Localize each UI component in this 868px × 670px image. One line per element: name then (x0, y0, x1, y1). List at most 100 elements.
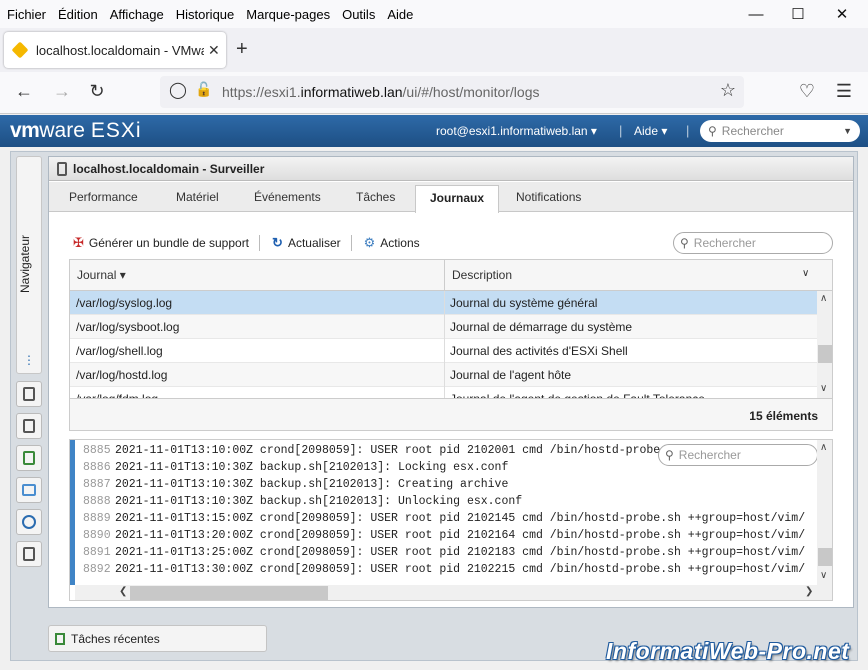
scrollbar-thumb[interactable] (818, 345, 832, 363)
browser-tab[interactable]: localhost.localdomain - VMware ✕ (4, 32, 226, 68)
line-text: 2021-11-01T13:10:30Z backup.sh[2102013]:… (115, 461, 509, 474)
scroll-up-icon[interactable]: ∧ (820, 442, 827, 453)
logs-grid: Journal ▾ Description ∨ /var/log/syslog.… (69, 259, 833, 431)
storage-icon[interactable] (16, 477, 42, 503)
lock-warning-icon[interactable]: 🔓 (192, 81, 216, 98)
scroll-left-icon[interactable]: ❮ (119, 586, 127, 597)
tab-notifications[interactable]: Notifications (516, 190, 581, 204)
toolbar-separator (350, 235, 352, 251)
line-number: 8888 (83, 495, 111, 508)
new-tab-icon[interactable]: + (236, 38, 248, 61)
refresh-icon: ↻ (272, 235, 283, 250)
host-settings-icon[interactable] (16, 413, 42, 439)
back-icon[interactable]: ← (12, 81, 36, 102)
tab-evenements[interactable]: Événements (254, 190, 321, 204)
row-journal: /var/log/sysboot.log (76, 320, 180, 334)
forward-icon[interactable]: → (50, 81, 74, 102)
vm-icon[interactable] (16, 445, 42, 471)
scrollbar-thumb[interactable] (818, 548, 832, 566)
user-menu[interactable]: root@esxi1.informatiweb.lan ▾ (436, 124, 597, 138)
search-placeholder: Rechercher (678, 448, 741, 462)
column-divider (444, 291, 445, 315)
row-description: Journal de démarrage du système (450, 320, 633, 334)
pocket-icon[interactable]: ♡ (795, 81, 819, 102)
search-icon: ⚲ (680, 236, 689, 250)
hamburger-menu-icon[interactable]: ☰ (832, 81, 856, 102)
vmware-esxi-logo: vmware ESXi (10, 119, 142, 142)
row-description: Journal de l'agent hôte (450, 368, 572, 382)
grid-vertical-scrollbar[interactable]: ∧ ∨ (817, 291, 832, 398)
log-viewer: 8885 2021-11-01T13:10:00Z crond[2098059]:… (69, 439, 833, 601)
tab-materiel[interactable]: Matériel (176, 190, 219, 204)
column-divider (444, 260, 445, 291)
recent-tasks-label: Tâches récentes (71, 631, 160, 646)
tab-strip: Performance Matériel Événements Tâches J… (49, 182, 853, 213)
table-row[interactable]: /var/log/syslog.log Journal du système g… (70, 291, 817, 315)
tab-taches[interactable]: Tâches (356, 190, 395, 204)
esxi-header: vmware ESXi root@esxi1.informatiweb.lan ▾… (0, 115, 868, 147)
refresh-button[interactable]: ↻ Actualiser (272, 235, 341, 251)
line-text: 2021-11-01T13:15:00Z crond[2098059]: USE… (115, 512, 806, 525)
col-journal-header[interactable]: Journal ▾ (77, 268, 126, 282)
log-search-input[interactable]: ⚲ Rechercher (658, 444, 818, 466)
table-row[interactable]: /var/log/hostd.log Journal de l'agent hô… (70, 363, 817, 387)
scrollbar-thumb[interactable] (130, 586, 328, 600)
url-bar[interactable]: ◯ 🔓 https://esxi1.informatiweb.lan/ui/#/… (160, 76, 744, 108)
row-description: Journal du système général (450, 296, 598, 310)
menu-edition[interactable]: Édition (58, 7, 98, 22)
line-number: 8891 (83, 546, 111, 559)
close-tab-icon[interactable]: ✕ (208, 42, 220, 59)
scroll-right-icon[interactable]: ❯ (805, 586, 813, 597)
menu-affichage[interactable]: Affichage (110, 7, 164, 22)
recent-tasks-button[interactable]: Tâches récentes (48, 625, 267, 652)
row-journal: /var/log/syslog.log (76, 296, 173, 310)
navigator-tab[interactable]: Navigateur ⋮ (16, 156, 42, 374)
bookmark-star-icon[interactable]: ☆ (716, 80, 740, 101)
line-text: 2021-11-01T13:25:00Z crond[2098059]: USE… (115, 546, 806, 559)
url-text: https://esxi1.informatiweb.lan/ui/#/host… (222, 84, 540, 100)
grid-search-input[interactable]: ⚲ Rechercher (673, 232, 833, 254)
table-row[interactable]: /var/log/shell.log Journal des activités… (70, 339, 817, 363)
watermark: InformatiWeb-Pro.net (606, 638, 850, 664)
grid-footer: 15 éléments (70, 398, 832, 430)
menu-marque-pages[interactable]: Marque-pages (246, 7, 330, 22)
col-description-header[interactable]: Description (452, 268, 512, 282)
refresh-label: Actualiser (287, 236, 341, 250)
actions-button[interactable]: ⚙ Actions (364, 235, 420, 251)
menu-historique[interactable]: Historique (176, 7, 235, 22)
network-icon[interactable] (16, 509, 42, 535)
tab-journaux[interactable]: Journaux (415, 185, 500, 213)
log-horizontal-scrollbar[interactable]: ❮ ❯ (75, 585, 832, 600)
generate-bundle-button[interactable]: ✠ Générer un bundle de support (73, 235, 249, 251)
navigator-label: Navigateur (18, 234, 32, 293)
header-separator: | (619, 123, 623, 138)
scroll-up-icon[interactable]: ∧ (820, 293, 827, 304)
scroll-down-icon[interactable]: ∨ (820, 570, 827, 581)
line-number: 8892 (83, 563, 111, 576)
host-icon[interactable] (16, 381, 42, 407)
shield-icon[interactable]: ◯ (166, 80, 190, 100)
scroll-down-icon[interactable]: ∨ (820, 383, 827, 394)
log-vertical-scrollbar[interactable]: ∧ ∨ (817, 440, 832, 585)
chevron-down-icon[interactable]: ∨ (802, 268, 809, 279)
help-menu[interactable]: Aide ▾ (634, 124, 667, 138)
line-number: 8886 (83, 461, 111, 474)
menu-outils[interactable]: Outils (342, 7, 375, 22)
tab-bar: localhost.localdomain - VMware ✕ (0, 28, 868, 72)
chevron-down-icon[interactable]: ▼ (843, 126, 852, 136)
line-text: 2021-11-01T13:10:30Z backup.sh[2102013]:… (115, 478, 509, 491)
header-search-input[interactable]: ⚲ Rechercher ▼ (700, 120, 860, 142)
gear-icon: ⚙ (363, 235, 376, 250)
table-row[interactable]: /var/log/sysboot.log Journal de démarrag… (70, 315, 817, 339)
tab-title: localhost.localdomain - VMware (36, 42, 204, 58)
menu-fichier[interactable]: Fichier (7, 7, 46, 22)
datastore-icon[interactable] (16, 541, 42, 567)
close-window-icon[interactable]: ✕ (816, 0, 868, 28)
menu-aide[interactable]: Aide (387, 7, 413, 22)
lifebuoy-icon: ✠ (73, 235, 84, 250)
reload-icon[interactable]: ↻ (85, 81, 109, 102)
tab-performance[interactable]: Performance (69, 190, 138, 204)
nav-bar: ← → ↻ ◯ 🔓 https://esxi1.informatiweb.lan… (0, 72, 868, 114)
log-line: 8889 2021-11-01T13:15:00Z crond[2098059]:… (75, 510, 817, 527)
log-line: 8891 2021-11-01T13:25:00Z crond[2098059]:… (75, 544, 817, 561)
